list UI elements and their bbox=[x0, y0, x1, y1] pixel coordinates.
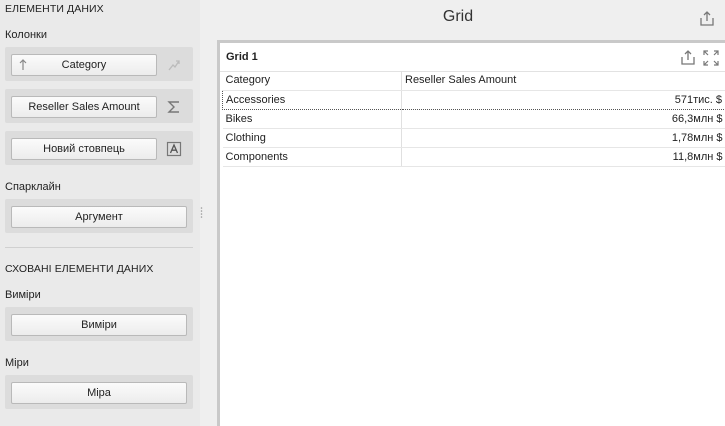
category-column-label: Category bbox=[61, 59, 107, 71]
sparkline-section-label: Спарклайн bbox=[5, 181, 61, 193]
category-column-button[interactable]: Category bbox=[11, 54, 157, 76]
measure-button-label: Міра bbox=[87, 387, 111, 399]
dimensions-button-label: Виміри bbox=[81, 319, 117, 331]
card-export-icon[interactable] bbox=[679, 49, 697, 67]
category-column-header[interactable]: Category bbox=[222, 71, 402, 91]
new-column-label: Новий стовпець bbox=[43, 143, 125, 155]
sales-amount-column-button[interactable]: Reseller Sales Amount bbox=[11, 96, 157, 118]
column-row-category: Category bbox=[5, 47, 193, 81]
dimensions-row: Виміри bbox=[5, 307, 193, 341]
grid-card-header: Grid 1 bbox=[220, 43, 725, 72]
measure-button[interactable]: Міра bbox=[11, 382, 187, 404]
sort-ascending-arrow-icon bbox=[18, 58, 28, 72]
table-row[interactable]: Clothing 1,78млн $ bbox=[222, 128, 725, 148]
category-cell[interactable]: Components bbox=[222, 147, 402, 167]
sigma-sum-icon[interactable] bbox=[164, 97, 184, 117]
grid-card: Grid 1 Category Reseller Sales Amount Ac… bbox=[217, 40, 725, 426]
grid-header-row: Category Reseller Sales Amount bbox=[222, 71, 725, 91]
column-row-new-column: Новий стовпець bbox=[5, 131, 193, 165]
amount-cell[interactable]: 66,3млн $ bbox=[401, 109, 725, 129]
dimensions-section-label: Виміри bbox=[5, 289, 41, 301]
column-row-sales-amount: Reseller Sales Amount bbox=[5, 89, 193, 123]
table-row[interactable]: Bikes 66,3млн $ bbox=[222, 109, 725, 129]
category-cell[interactable]: Clothing bbox=[222, 128, 402, 148]
data-items-title: ЕЛЕМЕНТИ ДАНИХ bbox=[5, 3, 104, 15]
maximize-icon[interactable] bbox=[702, 49, 720, 67]
amount-cell[interactable]: 1,78млн $ bbox=[401, 128, 725, 148]
table-row[interactable]: Components 11,8млн $ bbox=[222, 147, 725, 167]
sales-amount-column-header[interactable]: Reseller Sales Amount bbox=[401, 71, 725, 91]
measures-row: Міра bbox=[5, 375, 193, 409]
dimensions-button[interactable]: Виміри bbox=[11, 314, 187, 336]
new-column-button[interactable]: Новий стовпець bbox=[11, 138, 157, 160]
table-row[interactable]: Accessories 571тис. $ bbox=[222, 89, 725, 110]
data-items-panel: ЕЛЕМЕНТИ ДАНИХ Колонки Category Reseller… bbox=[0, 0, 200, 426]
sparkline-row: Аргумент bbox=[5, 199, 193, 233]
hidden-data-items-title: СХОВАНІ ЕЛЕМЕНТИ ДАНИХ bbox=[5, 263, 154, 275]
amount-cell[interactable]: 571тис. $ bbox=[401, 89, 725, 110]
sales-amount-column-label: Reseller Sales Amount bbox=[28, 101, 140, 113]
category-cell[interactable]: Bikes bbox=[222, 109, 402, 129]
section-divider bbox=[5, 247, 193, 248]
panel-resize-grip-icon[interactable] bbox=[200, 206, 203, 220]
dashboard-title: Grid bbox=[442, 8, 474, 25]
columns-section-label: Колонки bbox=[5, 29, 47, 41]
export-icon[interactable] bbox=[698, 10, 716, 28]
amount-cell[interactable]: 11,8млн $ bbox=[401, 147, 725, 167]
category-cell[interactable]: Accessories bbox=[222, 89, 402, 110]
argument-label: Аргумент bbox=[75, 211, 123, 223]
sparkline-chart-icon[interactable] bbox=[164, 55, 184, 75]
text-box-a-icon[interactable] bbox=[164, 139, 184, 159]
measures-section-label: Міри bbox=[5, 357, 29, 369]
argument-button[interactable]: Аргумент bbox=[11, 206, 187, 228]
grid-card-title: Grid 1 bbox=[226, 51, 258, 63]
data-grid: Category Reseller Sales Amount Accessori… bbox=[222, 71, 725, 167]
